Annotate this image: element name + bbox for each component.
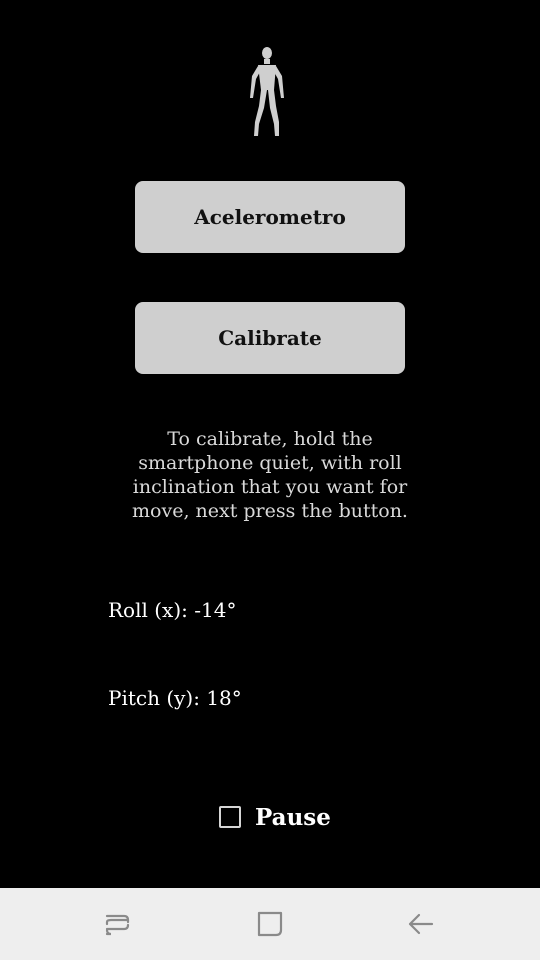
stick-figure-icon xyxy=(250,47,284,136)
pitch-readout: Pitch (y): 18° xyxy=(108,686,242,710)
recent-apps-icon[interactable] xyxy=(98,904,138,944)
home-icon[interactable] xyxy=(250,904,290,944)
calibration-instructions: To calibrate, hold the smartphone quiet,… xyxy=(132,428,408,522)
roll-readout: Roll (x): -14° xyxy=(108,598,237,622)
calibrate-button[interactable]: Calibrate xyxy=(135,302,405,374)
accelerometer-button[interactable]: Acelerometro xyxy=(135,181,405,253)
pause-checkbox[interactable] xyxy=(219,806,241,828)
app-screen: Acelerometro Calibrate To calibrate, hol… xyxy=(0,0,540,888)
system-navigation-bar xyxy=(0,888,540,960)
back-arrow-icon[interactable] xyxy=(401,904,441,944)
pause-label[interactable]: Pause xyxy=(255,804,331,831)
pause-checkbox-row[interactable]: Pause xyxy=(219,800,331,834)
